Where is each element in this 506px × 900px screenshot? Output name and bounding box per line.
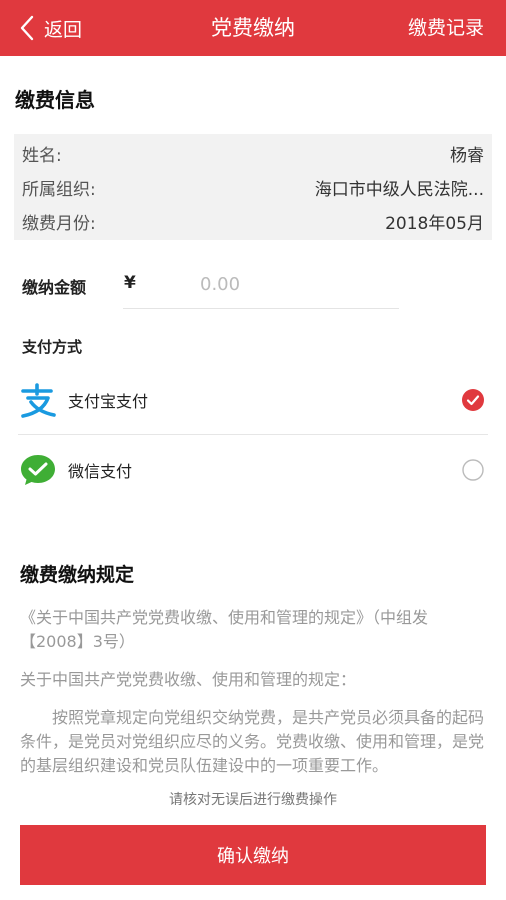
info-value: 海口市中级人民法院... bbox=[314, 179, 484, 200]
info-value: 2018年05月 bbox=[385, 213, 484, 234]
rules-paragraph: 关于中国共产党党费收缴、使用和管理的规定： bbox=[20, 670, 357, 689]
radio-unchecked-icon[interactable] bbox=[462, 459, 484, 481]
confirm-hint: 请核对无误后进行缴费操作 bbox=[169, 792, 337, 808]
rules-title: 缴费缴纳规定 bbox=[20, 564, 135, 586]
info-label: 所属组织: bbox=[22, 179, 96, 200]
rules-paragraph: 《关于中国共产党党费收缴、使用和管理的规定》（中组发【2008】3号） bbox=[20, 608, 429, 651]
info-row-name: 姓名: 杨睿 bbox=[22, 138, 484, 168]
back-label: 返回 bbox=[44, 18, 83, 41]
info-label: 姓名: bbox=[22, 145, 62, 166]
info-row-organization: 所属组织: 海口市中级人民法院... bbox=[22, 172, 484, 202]
info-label: 缴费月份: bbox=[22, 213, 96, 234]
amount-label: 缴纳金额 bbox=[22, 278, 87, 297]
payment-option-wechat[interactable]: 微信支付 bbox=[18, 440, 488, 500]
alipay-label: 支付宝支付 bbox=[68, 392, 149, 411]
amount-input[interactable] bbox=[200, 270, 390, 298]
radio-checked-icon[interactable] bbox=[462, 389, 484, 411]
info-section-title: 缴费信息 bbox=[15, 88, 95, 112]
payment-option-alipay[interactable]: 支付宝支付 bbox=[18, 370, 488, 430]
rules-content: 《关于中国共产党党费收缴、使用和管理的规定》（中组发【2008】3号） 关于中国… bbox=[20, 606, 488, 774]
alipay-icon bbox=[18, 380, 58, 420]
rules-paragraph: 按照党章规定向党组织交纳党费，是共产党员必须具备的起码条件，是党员对党组织应尽的… bbox=[20, 708, 485, 774]
info-panel: 姓名: 杨睿 所属组织: 海口市中级人民法院... 缴费月份: 2018年05月 bbox=[14, 134, 492, 240]
wechat-pay-icon bbox=[18, 450, 58, 490]
confirm-payment-button[interactable]: 确认缴纳 bbox=[20, 825, 486, 885]
info-value: 杨睿 bbox=[450, 145, 484, 166]
payment-method-title: 支付方式 bbox=[22, 338, 83, 356]
nav-bar: 返回 党费缴纳 缴费记录 bbox=[0, 0, 506, 56]
payment-records-link[interactable]: 缴费记录 bbox=[408, 0, 484, 56]
info-row-month: 缴费月份: 2018年05月 bbox=[22, 206, 484, 236]
currency-symbol: ¥ bbox=[124, 273, 136, 293]
divider bbox=[18, 434, 488, 435]
amount-underline bbox=[123, 308, 399, 309]
wechat-pay-label: 微信支付 bbox=[68, 462, 133, 481]
back-button[interactable]: 返回 bbox=[20, 0, 82, 56]
chevron-left-icon bbox=[20, 15, 34, 41]
